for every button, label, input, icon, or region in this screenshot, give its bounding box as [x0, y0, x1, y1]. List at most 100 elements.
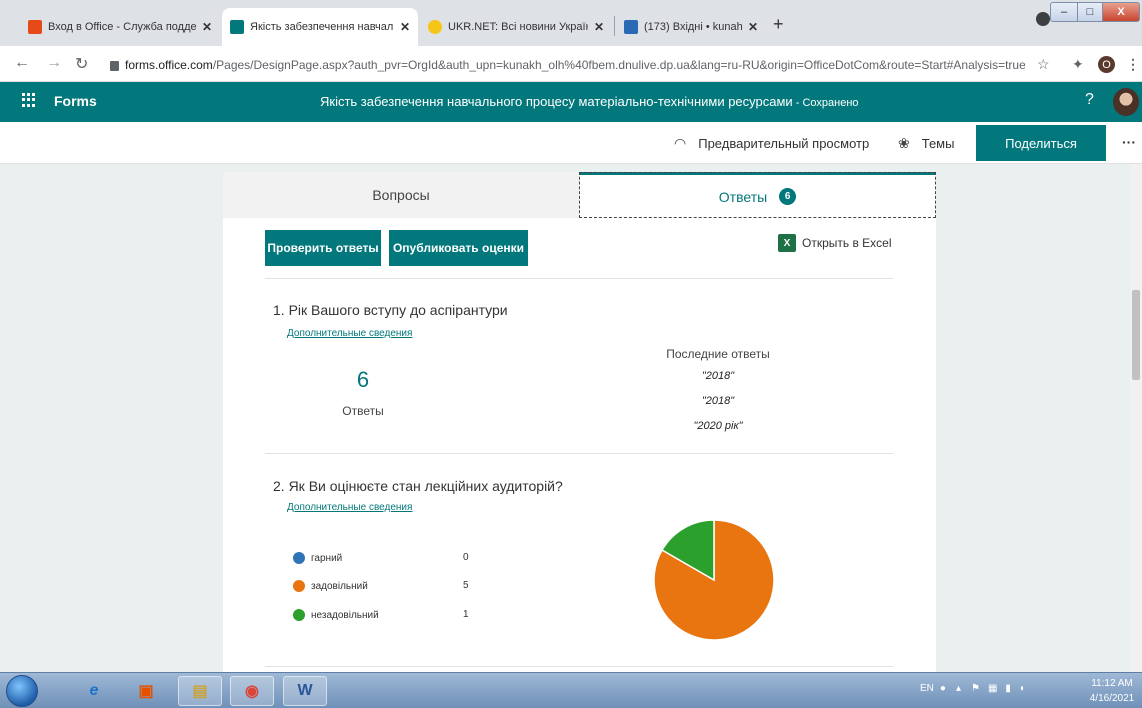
profile-avatar[interactable]: O	[1098, 56, 1115, 73]
excel-icon: X	[778, 234, 796, 252]
form-title: Якість забезпечення навчального процесу …	[320, 94, 920, 109]
clock[interactable]: 11:12 AM 4/16/2021	[1084, 676, 1140, 706]
tab-title: UKR.NET: Всі новини України, о	[448, 21, 588, 33]
network-icon[interactable]: ▦	[988, 683, 997, 694]
legend-item-zadovilnyi: задовільний	[293, 579, 368, 593]
address-bar-row: ← → ↻ forms.office.com/Pages/DesignPage.…	[0, 46, 1142, 82]
file-explorer-icon[interactable]: ▤	[178, 676, 222, 706]
share-button[interactable]: Поделиться	[976, 125, 1106, 161]
internet-explorer-icon[interactable]: e	[72, 676, 116, 706]
divider	[265, 666, 893, 667]
question-1-response-label: Ответы	[342, 404, 384, 418]
check-answers-button[interactable]: Проверить ответы	[265, 230, 381, 266]
legend-count: 5	[463, 580, 469, 591]
windows-taskbar: e ▣ ▤ ◉ W EN ● ▴ ⚑ ▦ ▮ ◖ 11:12 AM 4/16/2…	[0, 672, 1142, 708]
forms-favicon-icon	[230, 20, 244, 34]
legend-item-nezadovilnyi: незадовільний	[293, 608, 379, 622]
question-1-response-count: 6	[356, 367, 370, 392]
close-tab-icon[interactable]: ✕	[748, 20, 758, 34]
tab-title: Вход в Office - Служба поддерж	[48, 21, 196, 33]
close-tab-icon[interactable]: ✕	[594, 20, 604, 34]
help-tray-icon[interactable]: ●	[940, 683, 946, 694]
legend-dot-blue	[293, 552, 305, 564]
office-favicon-icon	[28, 20, 42, 34]
question-2-title: 2. Як Ви оцінюєте стан лекційних аудитор…	[273, 478, 563, 494]
user-avatar[interactable]	[1113, 88, 1139, 116]
forward-arrow-icon[interactable]: →	[46, 54, 62, 72]
more-options-icon[interactable]: ···	[1122, 134, 1136, 150]
tab-title: (173) Вхідні • kunah_olga@ukr.n	[644, 21, 742, 33]
tab-responses[interactable]: Ответы 6	[579, 172, 936, 218]
legend-count: 1	[463, 609, 469, 620]
browser-tab-ukrnet[interactable]: UKR.NET: Всі новини України, о ✕	[420, 8, 612, 46]
question-1-more-info-link[interactable]: Дополнительные сведения	[287, 328, 412, 339]
clock-time: 11:12 AM	[1091, 678, 1133, 689]
clock-date: 4/16/2021	[1089, 693, 1135, 704]
show-hidden-icons[interactable]: ▴	[956, 683, 961, 694]
forms-brand[interactable]: Forms	[54, 93, 97, 109]
latest-response: "2018"	[701, 370, 735, 382]
preview-button[interactable]: ◠ Предварительный просмотр	[674, 135, 869, 152]
tab-responses-label: Ответы	[718, 188, 768, 205]
legend-count: 0	[463, 552, 469, 563]
page-scrollbar[interactable]	[1130, 164, 1142, 672]
latest-responses-header: Последние ответы	[666, 347, 770, 361]
chrome-icon[interactable]: ◉	[230, 676, 274, 706]
back-arrow-icon[interactable]: ←	[14, 54, 30, 72]
action-center-flag-icon[interactable]: ⚑	[971, 683, 980, 694]
reload-icon[interactable]: ↻	[75, 54, 88, 74]
legend-item-harnyi: гарний	[293, 551, 342, 565]
signal-icon[interactable]: ▮	[1005, 683, 1011, 694]
lock-icon	[110, 61, 119, 71]
extensions-puzzle-icon[interactable]: ✦	[1072, 56, 1084, 73]
url-host: forms.office.com	[125, 58, 213, 72]
volume-icon[interactable]: ◖	[1019, 683, 1025, 694]
form-title-text: Якість забезпечення навчального процесу …	[320, 94, 793, 109]
close-tab-icon[interactable]: ✕	[400, 20, 410, 34]
forms-header: Forms Якість забезпечення навчального пр…	[0, 82, 1142, 122]
open-in-excel-label: Открыть в Excel	[802, 236, 892, 250]
eye-icon: ◠	[674, 135, 687, 151]
latest-response: "2018"	[701, 395, 735, 407]
language-indicator[interactable]: EN	[920, 683, 934, 694]
minimize-button[interactable]: –	[1050, 2, 1078, 22]
browser-menu-icon[interactable]: ⋮	[1126, 56, 1140, 73]
tab-questions[interactable]: Вопросы	[223, 172, 579, 218]
palette-icon: ❀	[898, 135, 910, 151]
bookmark-star-icon[interactable]: ☆	[1037, 56, 1050, 73]
incognito-profile-icon[interactable]	[1036, 12, 1050, 26]
start-button[interactable]	[6, 675, 38, 707]
browser-tab-forms[interactable]: Якість забезпечення навчально ✕	[222, 8, 418, 46]
question-1-title: 1. Рік Вашого вступу до аспірантури	[273, 302, 508, 318]
publish-scores-button[interactable]: Опубликовать оценки	[389, 230, 528, 266]
browser-tab-office-login[interactable]: Вход в Office - Служба поддерж ✕	[20, 8, 220, 46]
tab-title: Якість забезпечення навчально	[250, 21, 394, 33]
close-tab-icon[interactable]: ✕	[202, 20, 212, 34]
new-tab-button[interactable]: +	[773, 14, 784, 35]
question-2-pie-chart	[653, 519, 775, 641]
url-field[interactable]: forms.office.com/Pages/DesignPage.aspx?a…	[110, 54, 1025, 76]
command-bar: ◠ Предварительный просмотр ❀ Темы Подели…	[0, 122, 1142, 164]
divider	[265, 278, 893, 279]
media-player-icon[interactable]: ▣	[124, 676, 168, 706]
divider	[265, 453, 893, 454]
legend-dot-green	[293, 609, 305, 621]
response-count-badge: 6	[779, 188, 797, 205]
browser-tab-strip: Вход в Office - Служба поддерж ✕ Якість …	[0, 0, 1142, 46]
app-launcher-icon[interactable]	[22, 93, 36, 107]
legend-label: задовільний	[311, 580, 368, 592]
word-icon[interactable]: W	[283, 676, 327, 706]
design-tabs: Вопросы Ответы 6	[223, 172, 936, 218]
close-window-button[interactable]: X	[1102, 2, 1140, 22]
open-in-excel-button[interactable]: X Открыть в Excel	[778, 234, 892, 252]
browser-tab-mail[interactable]: (173) Вхідні • kunah_olga@ukr.n ✕	[616, 8, 766, 46]
mail-favicon-icon	[624, 20, 638, 34]
preview-label: Предварительный просмотр	[698, 136, 870, 151]
url-path: /Pages/DesignPage.aspx?auth_pvr=OrgId&au…	[212, 58, 1025, 72]
ukrnet-favicon-icon	[428, 20, 442, 34]
question-2-more-info-link[interactable]: Дополнительные сведения	[287, 502, 412, 513]
scrollbar-thumb[interactable]	[1132, 290, 1140, 380]
help-button[interactable]: ?	[1085, 91, 1094, 109]
themes-button[interactable]: ❀ Темы	[898, 135, 954, 152]
maximize-button[interactable]: □	[1077, 2, 1103, 22]
